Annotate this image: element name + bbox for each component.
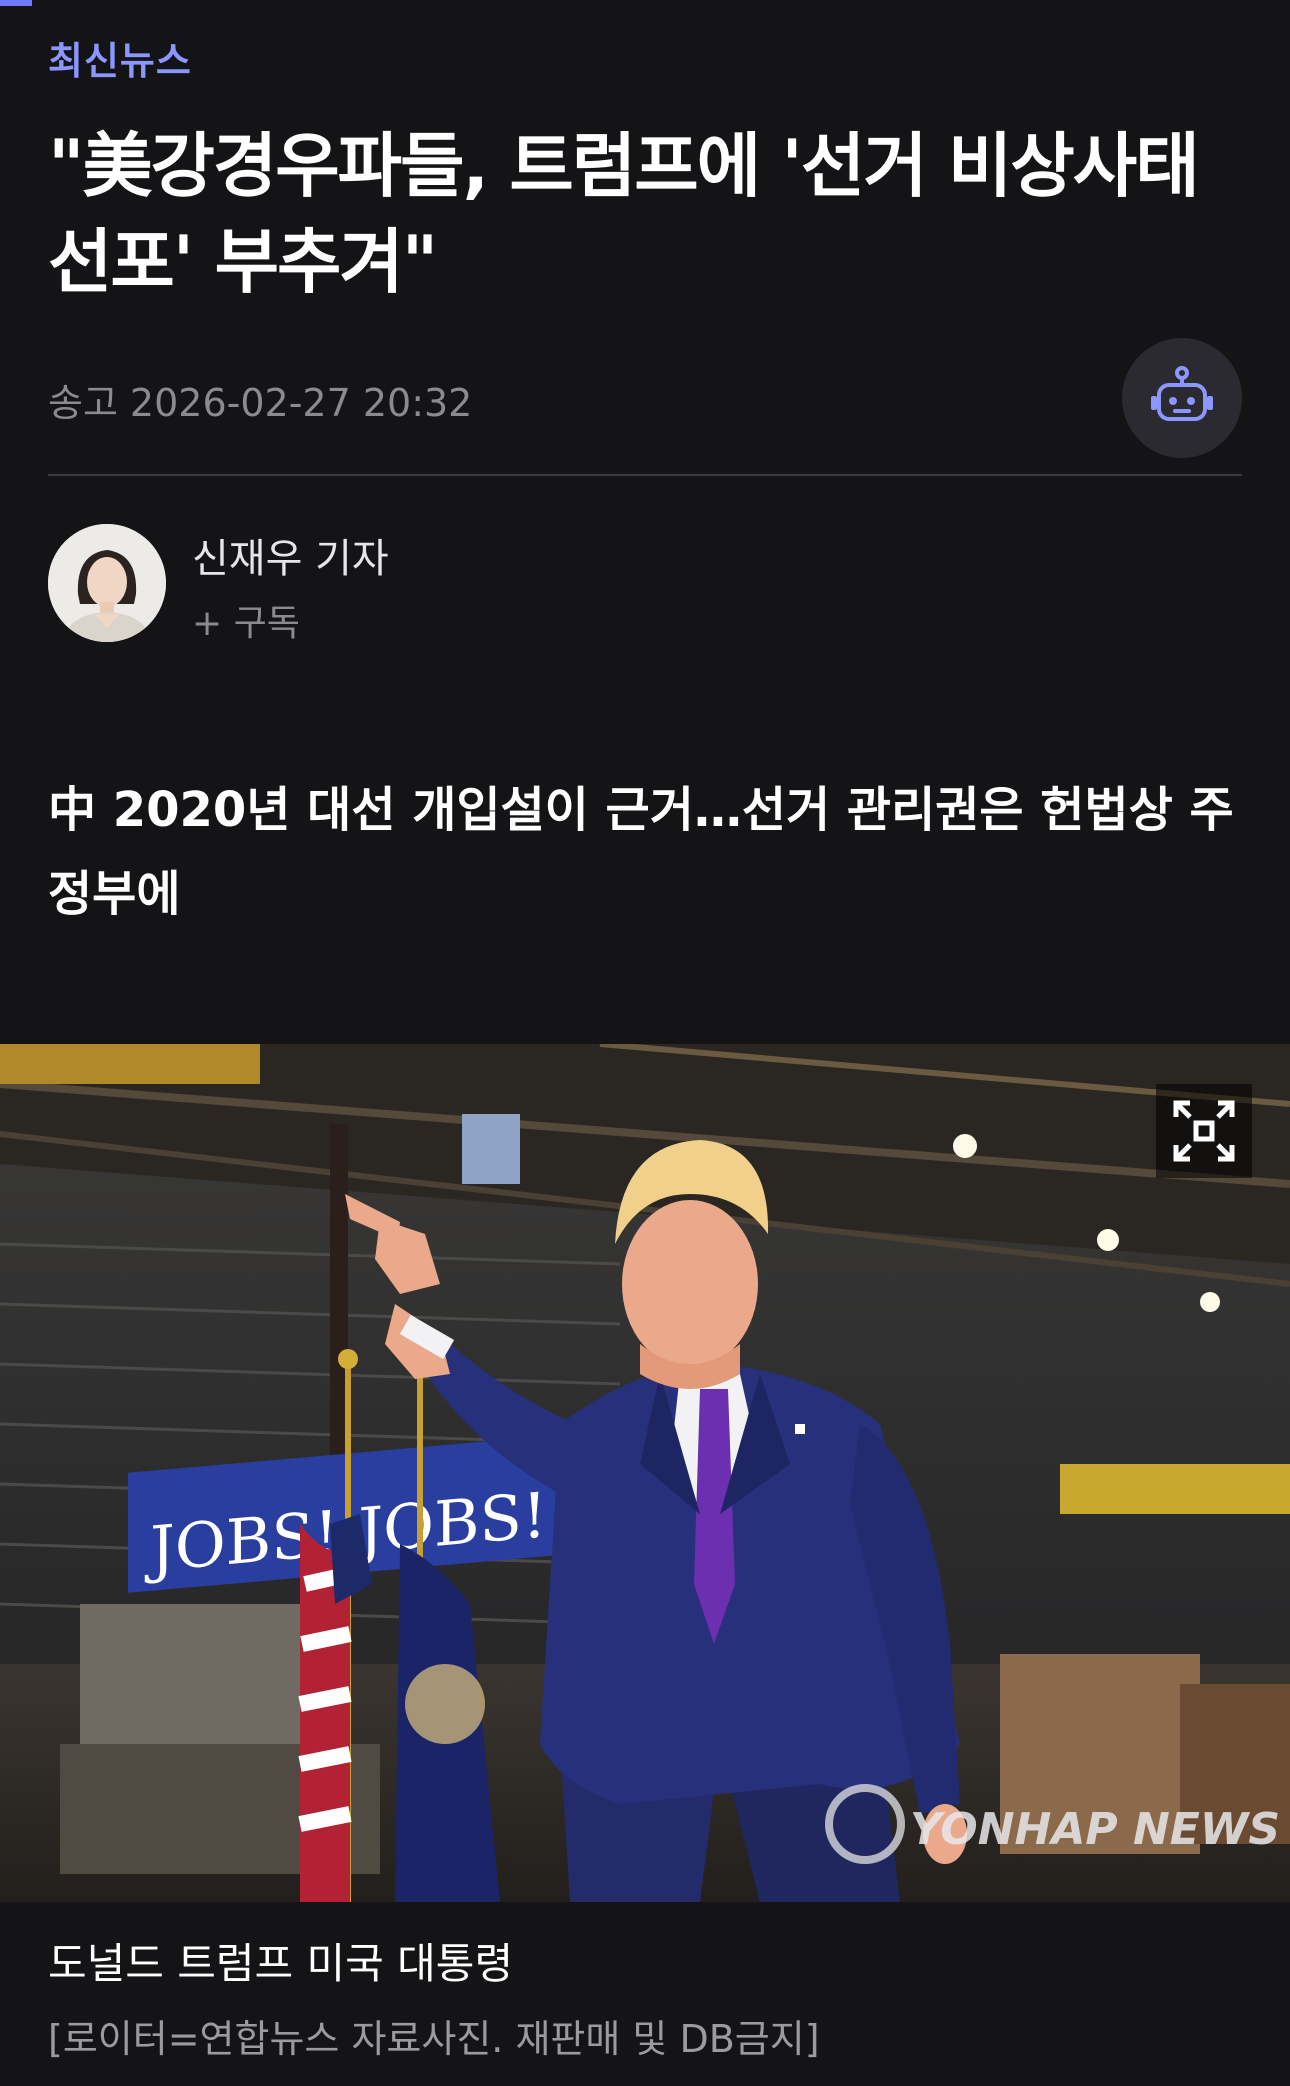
subscribe-button[interactable]: + 구독 — [192, 594, 300, 646]
ai-assistant-button[interactable] — [1122, 338, 1242, 458]
expand-icon — [1173, 1100, 1235, 1162]
publish-date-value: 2026-02-27 20:32 — [129, 381, 473, 425]
section-label[interactable]: 최신뉴스 — [48, 30, 192, 85]
article-photo[interactable]: JOBS! JOBS! JOBS! YONHAP NEWS — [0, 1044, 1290, 1902]
publish-date: 송고 2026-02-27 20:32 — [48, 372, 484, 427]
photo-caption: 도널드 트럼프 미국 대통령 — [48, 1939, 514, 1988]
author-name[interactable]: 신재우 기자 — [192, 526, 389, 584]
robot-icon — [1151, 366, 1213, 421]
publish-date-label: 송고 — [48, 381, 118, 425]
photo-watermark: YONHAP NEWS — [910, 1804, 1280, 1855]
reading-progress-bar — [0, 0, 33, 6]
article-subheadline: 中 2020년 대선 개입설이 근거…선거 관리권은 헌법상 주정부에 — [48, 782, 1234, 922]
photo-credit: [로이터=연합뉴스 자료사진. 재판매 및 DB금지] — [48, 2017, 820, 2061]
expand-photo-button[interactable] — [1156, 1084, 1252, 1178]
article-headline: "美강경우파들, 트럼프에 '선거 비상사태 선포' 부추겨" — [48, 125, 1200, 303]
author-avatar[interactable] — [48, 524, 166, 642]
header-divider — [48, 474, 1242, 476]
